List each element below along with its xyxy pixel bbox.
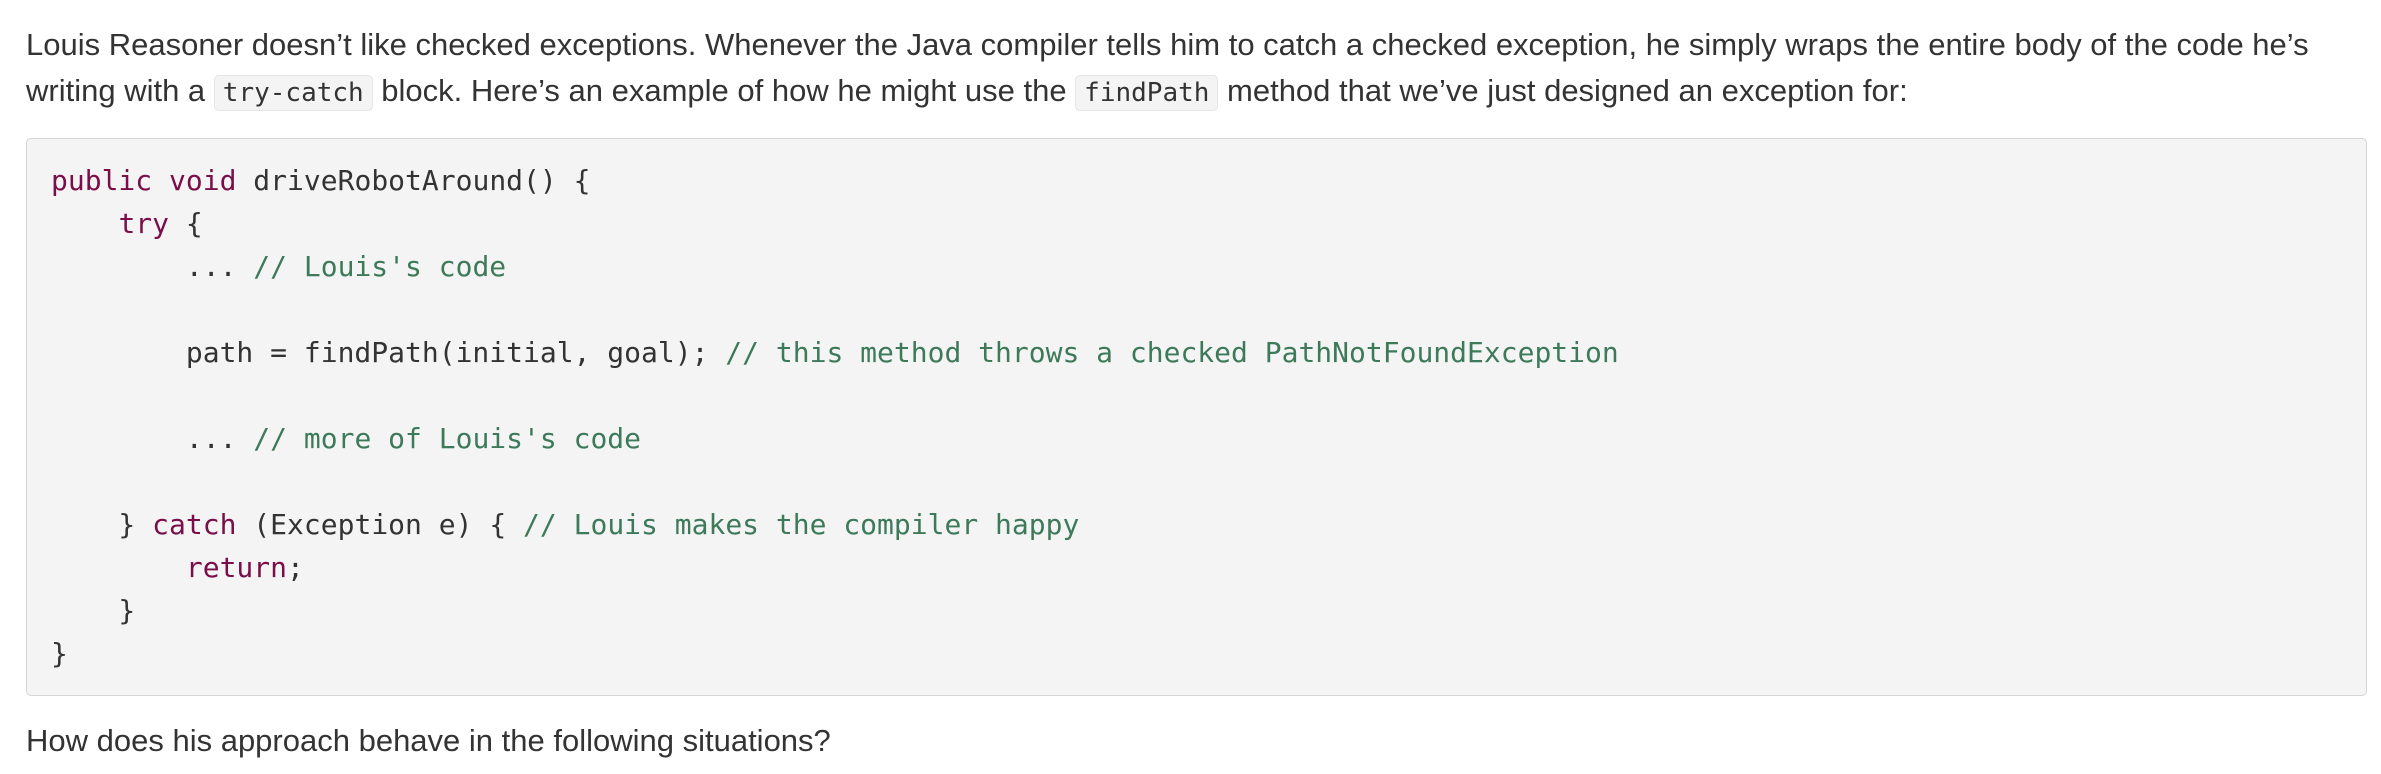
ellipsis-code: ...: [51, 250, 254, 283]
intro-text-2: block. Here’s an example of how he might…: [372, 73, 1076, 108]
comment-throws: // this method throws a checked PathNotF…: [725, 336, 1619, 369]
keyword-catch: catch: [152, 508, 237, 541]
comment-more-code: // more of Louis's code: [253, 422, 642, 455]
keyword-void: void: [169, 164, 237, 197]
code-line-7: ... // more of Louis's code: [51, 417, 2342, 460]
inline-code-try-catch: try-catch: [213, 75, 373, 111]
ellipsis-code-2: ...: [51, 422, 254, 455]
code-line-9: } catch (Exception e) { // Louis makes t…: [51, 503, 2342, 546]
comment-louis-code: // Louis's code: [253, 250, 507, 283]
code-line-3: ... // Louis's code: [51, 245, 2342, 288]
code-line-8-blank: [51, 460, 2342, 503]
code-line-11: }: [51, 589, 2342, 632]
comment-compiler-happy: // Louis makes the compiler happy: [523, 508, 1080, 541]
code-line-10: return;: [51, 546, 2342, 589]
keyword-public: public: [51, 164, 153, 197]
indent-2: [51, 551, 186, 584]
intro-paragraph: Louis Reasoner doesn’t like checked exce…: [26, 22, 2367, 116]
code-line-12: }: [51, 632, 2342, 675]
method-signature: driveRobotAround() {: [236, 164, 591, 197]
code-block: public void driveRobotAround() { try { .…: [26, 138, 2367, 696]
keyword-return: return: [185, 551, 288, 584]
code-line-5: path = findPath(initial, goal); // this …: [51, 331, 2342, 374]
catch-clause: (Exception e) {: [236, 508, 524, 541]
inline-code-findpath: findPath: [1075, 75, 1219, 111]
question-paragraph: How does his approach behave in the foll…: [26, 723, 831, 758]
intro-text-3: method that we’ve just designed an excep…: [1218, 73, 1908, 108]
open-brace: {: [169, 207, 203, 240]
findpath-call: path = findPath(initial, goal);: [51, 336, 726, 369]
close-method-brace: }: [51, 637, 68, 670]
code-line-1: public void driveRobotAround() {: [51, 159, 2342, 202]
keyword-try: try: [118, 207, 170, 240]
document-page: Louis Reasoner doesn’t like checked exce…: [26, 22, 2367, 764]
close-catch-brace: }: [51, 594, 136, 627]
semicolon: ;: [287, 551, 304, 584]
code-line-4-blank: [51, 288, 2342, 331]
code-line-2: try {: [51, 202, 2342, 245]
code-line-6-blank: [51, 374, 2342, 417]
close-try-brace: }: [51, 508, 153, 541]
